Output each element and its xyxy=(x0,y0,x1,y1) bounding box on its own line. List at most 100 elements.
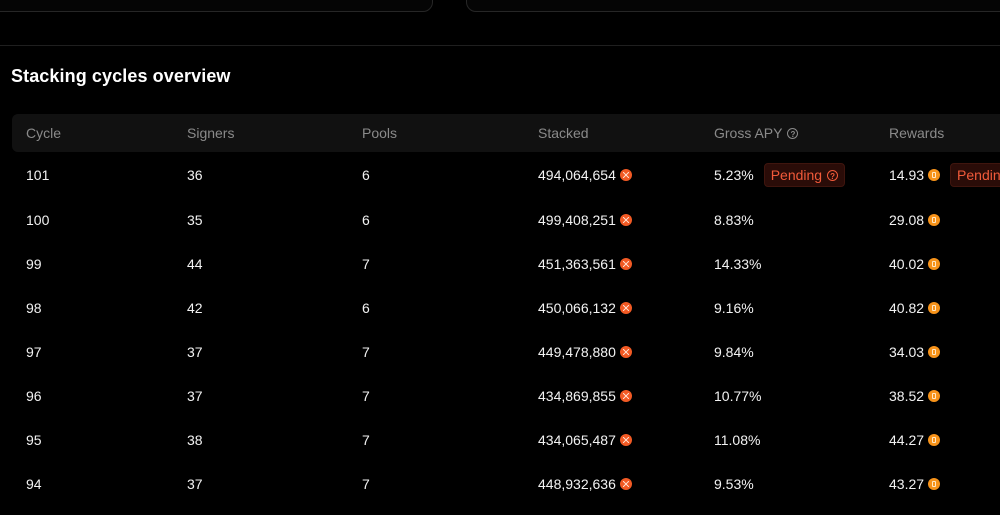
cell-stacked: 434,065,487 xyxy=(538,418,632,462)
stx-icon xyxy=(619,346,632,358)
cell-rewards: 38.52 xyxy=(889,374,941,418)
rewards-value: 43.27 xyxy=(889,476,925,492)
btc-icon xyxy=(928,302,941,314)
stx-icon xyxy=(619,390,632,402)
cell-pools: 6 xyxy=(362,286,370,330)
cell-pools: 7 xyxy=(362,462,370,506)
cell-cycle: 94 xyxy=(26,462,42,506)
cell-signers: 36 xyxy=(187,152,203,198)
btc-icon xyxy=(928,346,941,358)
cell-signers: 37 xyxy=(187,462,203,506)
cell-gross-apy: 9.16% xyxy=(714,286,754,330)
cell-stacked: 448,932,636 xyxy=(538,462,632,506)
gross-apy-value: 8.83% xyxy=(714,212,754,228)
rewards-value: 44.27 xyxy=(889,432,925,448)
signers-value: 35 xyxy=(187,212,203,228)
rewards-value: 34.03 xyxy=(889,344,925,360)
cell-gross-apy: 14.33% xyxy=(714,242,761,286)
cell-stacked: 434,869,855 xyxy=(538,374,632,418)
cell-signers: 42 xyxy=(187,286,203,330)
cycles-table: Cycle Signers Pools Stacked Gross APY ? … xyxy=(12,114,1000,506)
cell-rewards: 29.08 xyxy=(889,198,941,242)
stacked-value: 449,478,880 xyxy=(538,344,616,360)
cell-gross-apy: 9.53% xyxy=(714,462,754,506)
header-gross-apy[interactable]: Gross APY ? xyxy=(714,114,799,152)
pending-label: Pending xyxy=(957,167,1000,183)
cell-rewards: 44.27 xyxy=(889,418,941,462)
btc-icon xyxy=(928,390,941,402)
cell-rewards: 14.93 Pending xyxy=(889,152,1000,198)
cell-rewards: 40.02 xyxy=(889,242,941,286)
header-gross-apy-label: Gross APY xyxy=(714,125,783,141)
cell-rewards: 43.27 xyxy=(889,462,941,506)
stx-icon xyxy=(619,302,632,314)
cell-rewards: 40.82 xyxy=(889,286,941,330)
cell-cycle: 101 xyxy=(26,152,49,198)
table-row[interactable]: 98 42 6 450,066,132 9.16% 40.82 xyxy=(12,286,1000,330)
cell-cycle: 97 xyxy=(26,330,42,374)
cycle-value: 97 xyxy=(26,344,42,360)
cell-gross-apy: 5.23% Pending? xyxy=(714,152,846,198)
header-pools[interactable]: Pools xyxy=(362,114,397,152)
cell-pools: 7 xyxy=(362,374,370,418)
stacked-value: 448,932,636 xyxy=(538,476,616,492)
stacked-value: 451,363,561 xyxy=(538,256,616,272)
table-row[interactable]: 101 36 6 494,064,654 5.23% Pending? 14.9… xyxy=(12,152,1000,198)
section-title: Stacking cycles overview xyxy=(11,66,231,86)
table-row[interactable]: 94 37 7 448,932,636 9.53% 43.27 xyxy=(12,462,1000,506)
signers-value: 37 xyxy=(187,476,203,492)
cell-pools: 7 xyxy=(362,330,370,374)
cell-stacked: 499,408,251 xyxy=(538,198,632,242)
btc-icon xyxy=(928,434,941,446)
signers-value: 37 xyxy=(187,344,203,360)
table-row[interactable]: 99 44 7 451,363,561 14.33% 40.02 xyxy=(12,242,1000,286)
cell-gross-apy: 9.84% xyxy=(714,330,754,374)
gross-apy-value: 9.53% xyxy=(714,476,754,492)
table-row[interactable]: 95 38 7 434,065,487 11.08% 44.27 xyxy=(12,418,1000,462)
header-cycle[interactable]: Cycle xyxy=(26,114,61,152)
stx-icon xyxy=(619,214,632,226)
pools-value: 6 xyxy=(362,212,370,228)
cycle-value: 98 xyxy=(26,300,42,316)
rewards-value: 40.02 xyxy=(889,256,925,272)
cell-cycle: 99 xyxy=(26,242,42,286)
signers-value: 37 xyxy=(187,388,203,404)
signers-value: 36 xyxy=(187,167,203,183)
cell-cycle: 95 xyxy=(26,418,42,462)
cell-signers: 44 xyxy=(187,242,203,286)
rewards-value: 29.08 xyxy=(889,212,925,228)
btc-icon xyxy=(928,258,941,270)
cell-stacked: 450,066,132 xyxy=(538,286,632,330)
pending-badge: Pending xyxy=(950,163,1000,187)
header-signers[interactable]: Signers xyxy=(187,114,234,152)
stx-icon xyxy=(619,478,632,490)
help-icon[interactable]: ? xyxy=(787,127,799,139)
cell-gross-apy: 10.77% xyxy=(714,374,761,418)
btc-icon xyxy=(928,478,941,490)
stacked-value: 434,869,855 xyxy=(538,388,616,404)
cell-gross-apy: 11.08% xyxy=(714,418,760,462)
gross-apy-value: 5.23% xyxy=(714,167,754,183)
stx-icon xyxy=(619,434,632,446)
cycle-value: 96 xyxy=(26,388,42,404)
rewards-value: 14.93 xyxy=(889,167,925,183)
cycle-value: 100 xyxy=(26,212,50,228)
cell-pools: 7 xyxy=(362,418,370,462)
table-row[interactable]: 97 37 7 449,478,880 9.84% 34.03 xyxy=(12,330,1000,374)
cell-cycle: 98 xyxy=(26,286,42,330)
pools-value: 7 xyxy=(362,344,370,360)
gross-apy-value: 14.33% xyxy=(714,256,762,272)
header-rewards[interactable]: Rewards xyxy=(889,114,944,152)
cell-cycle: 96 xyxy=(26,374,42,418)
help-icon[interactable]: ? xyxy=(827,169,839,181)
table-row[interactable]: 100 35 6 499,408,251 8.83% 29.08 xyxy=(12,198,1000,242)
table-row[interactable]: 96 37 7 434,869,855 10.77% 38.52 xyxy=(12,374,1000,418)
stacking-cycles-section: Stacking cycles overview Cycle Signers P… xyxy=(0,45,1000,515)
cell-stacked: 494,064,654 xyxy=(538,152,632,198)
signers-value: 38 xyxy=(187,432,203,448)
signers-value: 44 xyxy=(187,256,203,272)
header-stacked[interactable]: Stacked xyxy=(538,114,589,152)
cycle-value: 94 xyxy=(26,476,42,492)
rewards-value: 40.82 xyxy=(889,300,925,316)
cell-cycle: 100 xyxy=(26,198,49,242)
